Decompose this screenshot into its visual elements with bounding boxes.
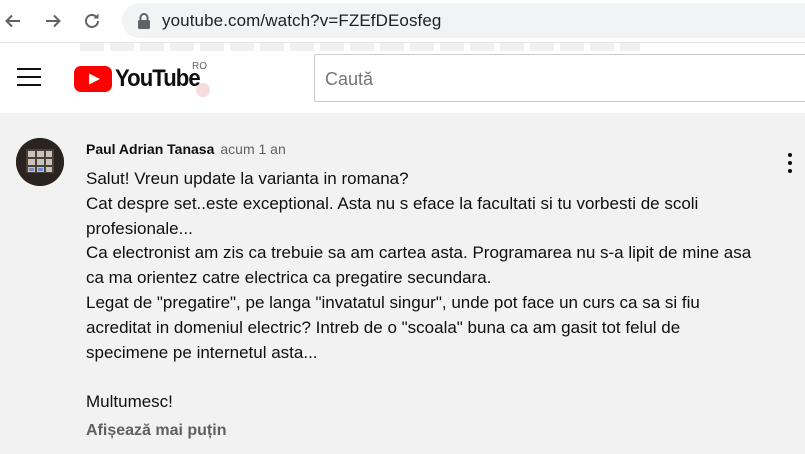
address-bar[interactable]: youtube.com/watch?v=FZEfDEosfeg [122, 3, 805, 38]
url-text: youtube.com/watch?v=FZEfDEosfeg [162, 11, 442, 30]
youtube-logo[interactable]: YouTube [74, 65, 207, 92]
search-box[interactable] [314, 54, 805, 102]
avatar-image [16, 138, 64, 186]
youtube-play-icon [74, 66, 112, 92]
reload-icon[interactable] [79, 8, 105, 34]
back-arrow-icon[interactable] [0, 8, 26, 34]
show-less-button[interactable]: Afișează mai puțin [86, 422, 226, 440]
logo-text: YouTube [115, 65, 201, 92]
search-input[interactable] [323, 66, 787, 92]
comment-thread: Paul Adrian Tanasa acum 1 an Salut! Vreu… [0, 113, 805, 454]
menu-icon[interactable] [16, 68, 42, 88]
comment-header: Paul Adrian Tanasa acum 1 an [86, 141, 286, 157]
region-code: RO [192, 61, 207, 72]
lock-icon [138, 13, 150, 29]
forward-arrow-icon[interactable] [40, 8, 66, 34]
more-vert-icon[interactable] [776, 151, 804, 175]
avatar[interactable] [16, 138, 64, 186]
comment-timestamp[interactable]: acum 1 an [220, 141, 285, 157]
youtube-header: YouTube RO [0, 43, 805, 113]
comment-text: Salut! Vreun update la varianta in roman… [86, 169, 752, 412]
browser-toolbar: youtube.com/watch?v=FZEfDEosfeg [0, 0, 805, 43]
comment-author[interactable]: Paul Adrian Tanasa [86, 141, 214, 157]
faded-overlay [80, 43, 640, 51]
